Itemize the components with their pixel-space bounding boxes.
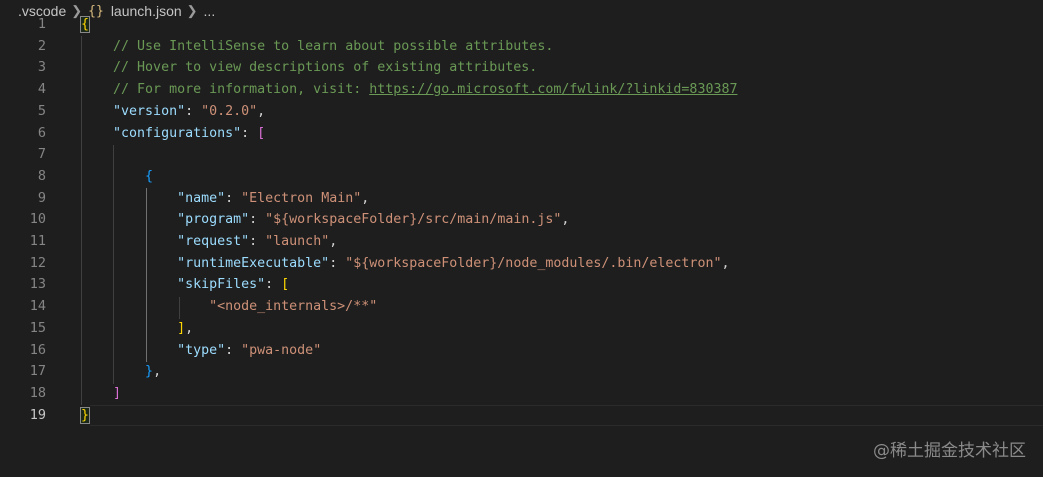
json-string-value: "0.2.0" [201,103,258,119]
json-string-value: "${workspaceFolder}/node_modules/.bin/el… [345,255,722,271]
line-number: 6 [37,124,46,141]
code-content: "type": "pwa-node" [177,342,322,358]
line-number: 1 [37,16,46,32]
code-line-14: 14 "<node_internals>/**" [0,296,1043,318]
line-number: 3 [37,59,46,76]
code-content: ] [81,383,121,405]
code-line-8: 8 { [0,166,1043,188]
line-number: 10 [29,211,46,228]
code-line-19: 19 } [0,404,1043,427]
json-key: "configurations" [113,125,242,141]
line-number: 11 [29,233,46,249]
code-line-15: 15 ], [0,318,1043,340]
code-line-17: 17 }, [0,361,1043,383]
code-line-3: 3 // Hover to view descriptions of exist… [0,57,1043,79]
line-number: 8 [37,167,46,184]
line-number: 7 [37,146,46,163]
line-number: 9 [37,189,46,206]
code-content: // Use IntelliSense to learn about possi… [81,36,553,58]
code-line-11: 11 "request": "launch", [0,231,1043,253]
code-content: "program": "${workspaceFolder}/src/main/… [177,212,570,228]
json-key: "name" [177,190,226,206]
code-line-2: 2 // Use IntelliSense to learn about pos… [0,36,1043,58]
fwlink-url[interactable]: https://go.microsoft.com/fwlink/?linkid=… [369,82,737,97]
line-number: 15 [29,319,46,336]
close-bracket: ] [113,385,122,401]
code-line-6: 6 "configurations": [ [0,123,1043,145]
code-content: "skipFiles": [ [177,277,290,293]
json-root-open-brace: { [79,16,91,33]
close-brace: } [145,364,154,380]
close-bracket: ] [177,320,186,336]
code-content: { [81,166,153,188]
line-number: 19 [29,406,46,423]
line-number: 2 [37,37,46,54]
json-root-close-brace: } [79,406,91,424]
json-key: "skipFiles" [177,277,266,293]
line-number: 14 [29,298,46,315]
code-editor[interactable]: 1 { 2 // Use IntelliSense to learn about… [0,14,1043,434]
code-content: "runtimeExecutable": "${workspaceFolder}… [177,255,730,271]
code-content: "version": "0.2.0", [113,103,266,119]
line-number: 18 [29,384,46,401]
code-line-4: 4 // For more information, visit: https:… [0,79,1043,101]
code-content: }, [145,364,162,380]
json-string-value: "${workspaceFolder}/src/main/main.js" [265,212,562,228]
code-content: } [79,405,91,427]
json-key: "program" [177,212,250,228]
json-key: "request" [177,234,250,249]
json-key: "runtimeExecutable" [177,255,330,271]
json-string-value: "launch" [265,234,330,249]
code-line-1: 1 { [0,14,1043,36]
comment: // For more information, visit: [113,82,370,98]
code-content: "configurations": [ [113,125,266,141]
code-line-7: 7 [0,144,1043,166]
json-string-value: "<node_internals>/**" [209,299,378,315]
code-content: // Hover to view descriptions of existin… [81,57,537,79]
code-line-13: 13 "skipFiles": [ [0,274,1043,296]
code-line-10: 10 "program": "${workspaceFolder}/src/ma… [0,209,1043,231]
code-content: { [79,14,91,36]
code-line-12: 12 "runtimeExecutable": "${workspaceFold… [0,253,1043,275]
line-number: 12 [29,254,46,271]
line-number: 4 [37,81,46,98]
code-content: "request": "launch", [177,234,338,249]
code-content: "<node_internals>/**" [81,296,377,318]
json-key: "type" [177,342,226,358]
code-line-9: 9 "name": "Electron Main", [0,188,1043,210]
watermark: @稀土掘金技术社区 [873,441,1026,461]
comment: // Use IntelliSense to learn about possi… [113,38,554,54]
code-line-18: 18 ] [0,383,1043,405]
line-number: 5 [37,102,46,119]
json-key: "version" [113,103,186,119]
line-number: 16 [29,341,46,358]
code-line-16: 16 "type": "pwa-node" [0,340,1043,362]
line-number: 17 [29,363,46,380]
code-content: // For more information, visit: https://… [81,79,737,101]
code-content: ], [177,320,194,336]
open-brace: { [145,168,154,184]
json-string-value: "Electron Main" [241,190,362,206]
code-line-5: 5 "version": "0.2.0", [0,101,1043,123]
open-bracket: [ [281,277,290,293]
code-content: "name": "Electron Main", [177,190,370,206]
comment: // Hover to view descriptions of existin… [113,60,538,76]
open-bracket: [ [257,125,266,141]
line-number: 13 [29,276,46,293]
json-string-value: "pwa-node" [241,342,322,358]
